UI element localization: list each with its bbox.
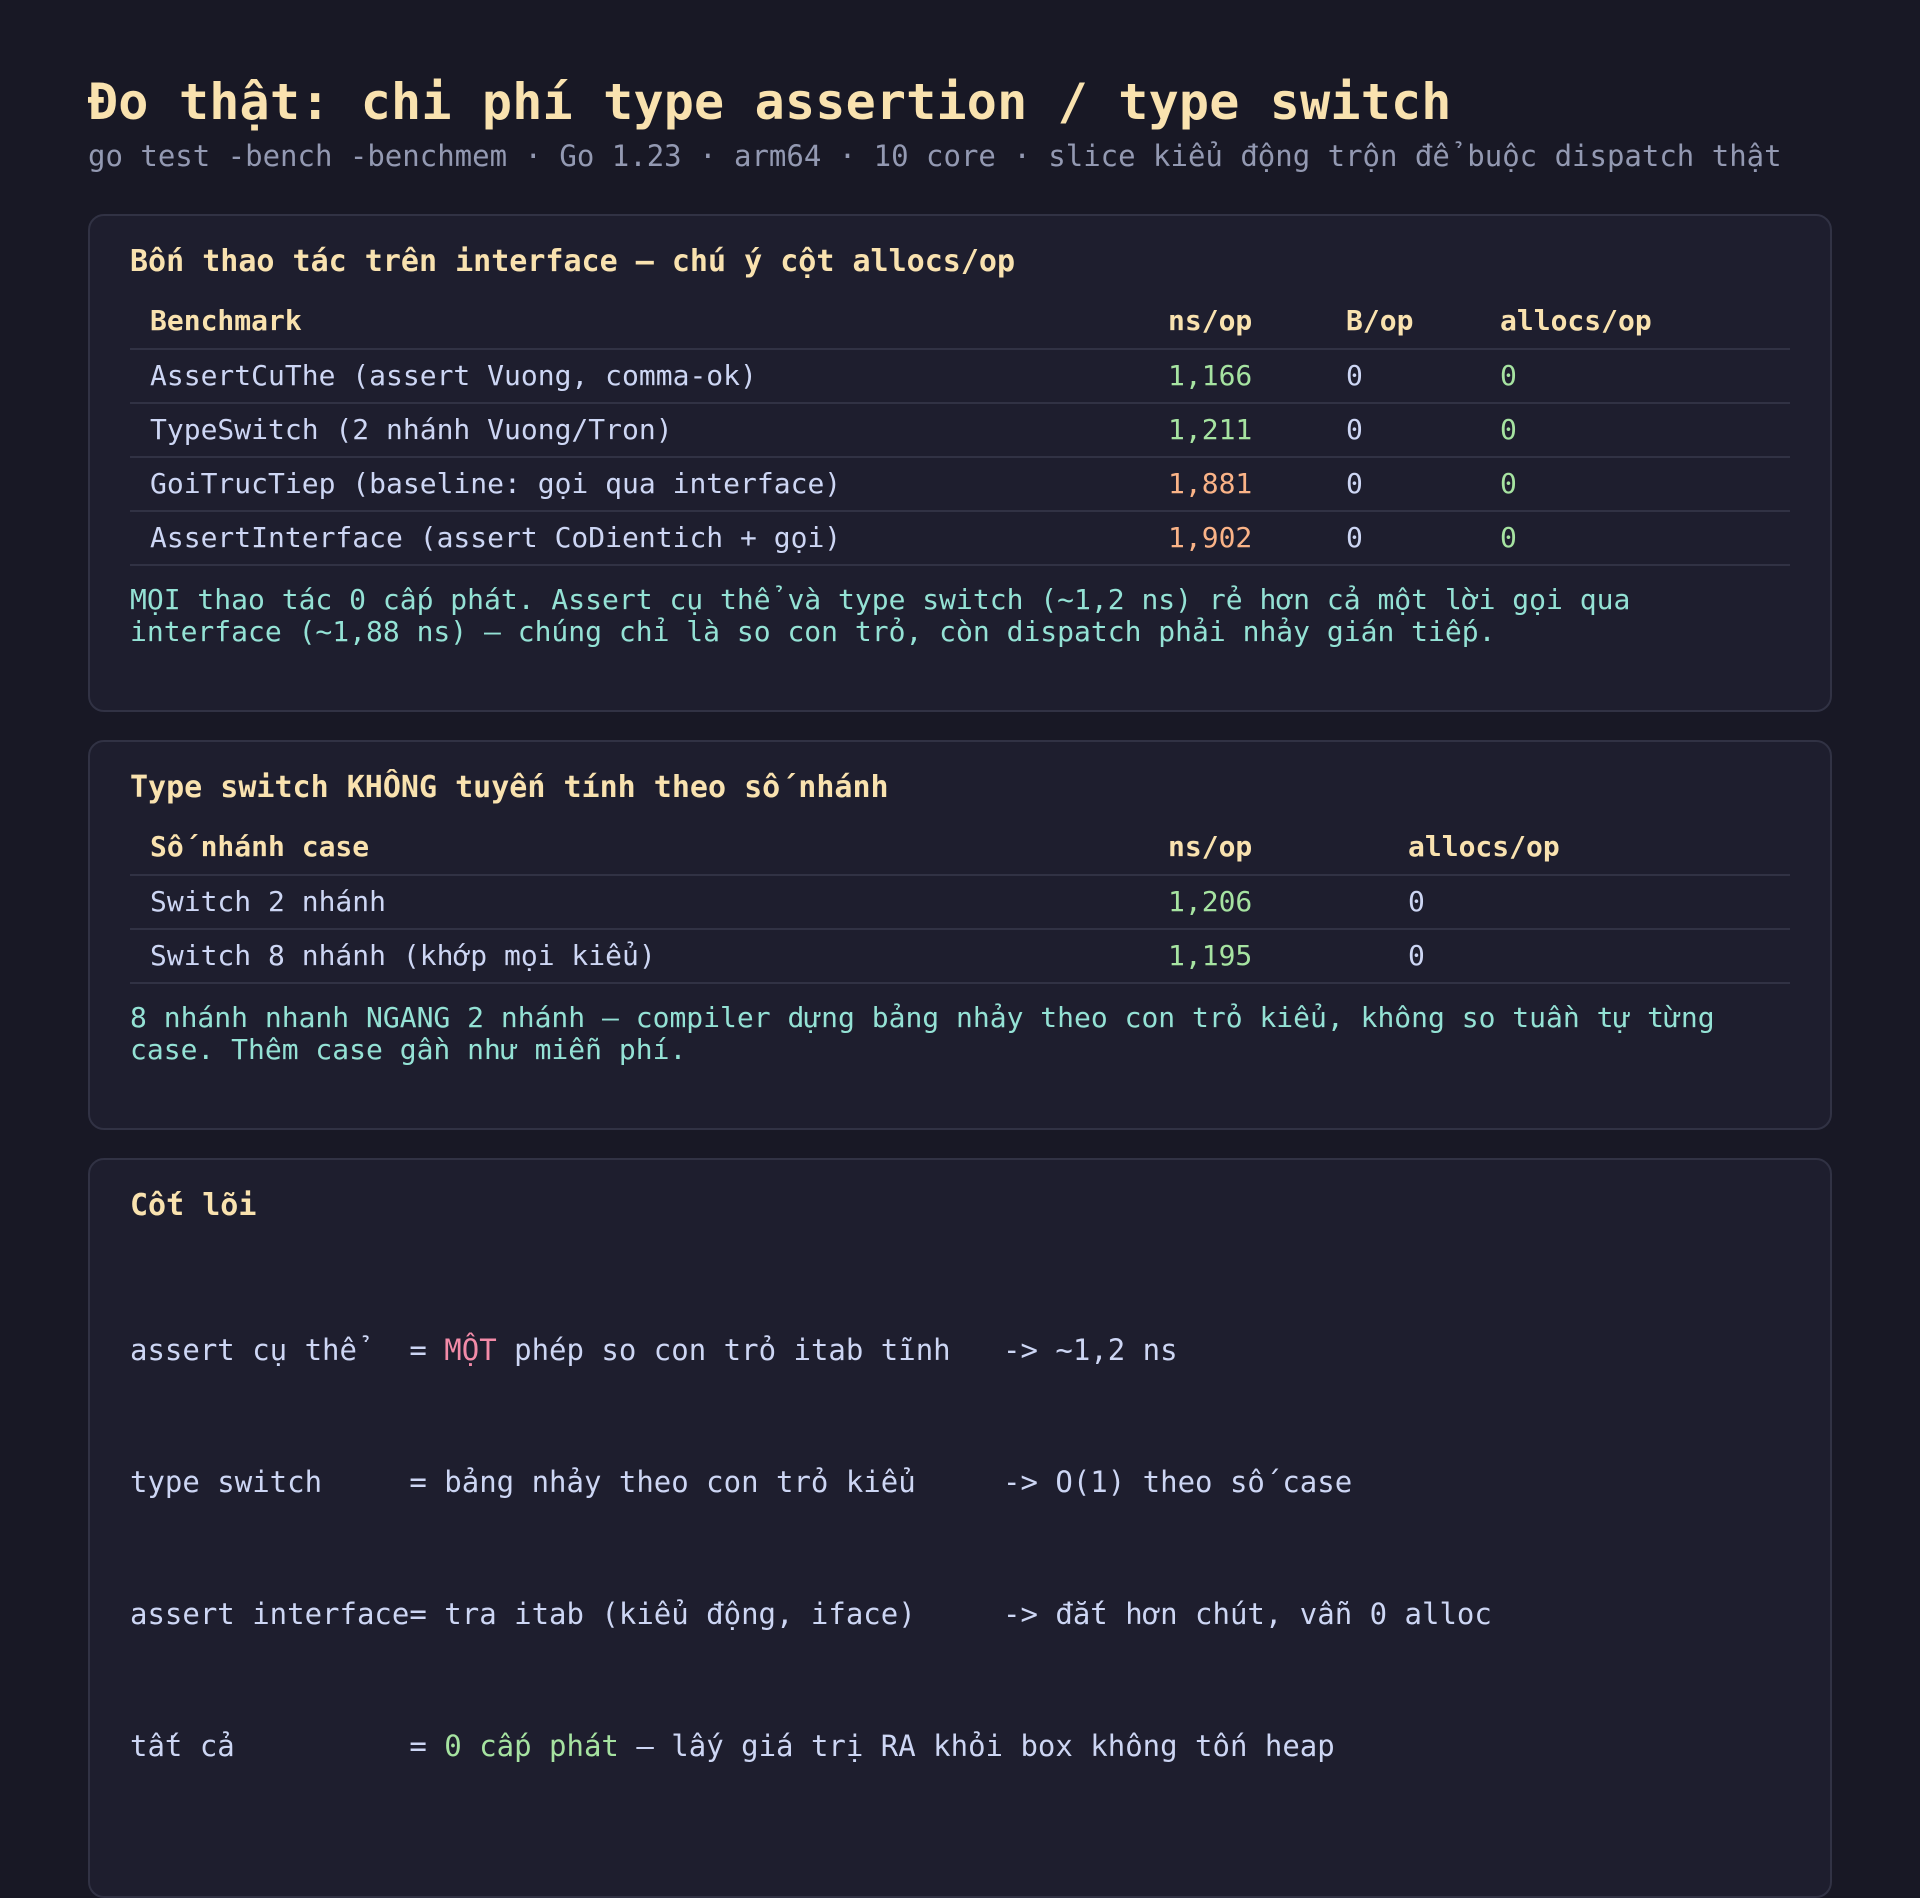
benchmark-name: TypeSwitch (2 nhánh Vuong/Tron)	[130, 403, 1148, 458]
ns-op-value: 1,195	[1148, 929, 1388, 984]
page-subtitle: go test -bench -benchmem · Go 1.23 · arm…	[88, 139, 1782, 173]
summary-line: assert interface= tra itab (kiểu động, i…	[130, 1592, 1790, 1636]
column-header-ns-op: ns/op	[1148, 822, 1388, 876]
summary-text: bảng nhảy theo con trỏ kiểu	[444, 1465, 1003, 1499]
benchmark-card-switch-branches: Type switch KHÔNG tuyến tính theo số nhá…	[88, 740, 1832, 1130]
summary-label: tất cả	[130, 1729, 410, 1763]
table-row: AssertCuThe (assert Vuong, comma-ok) 1,1…	[130, 349, 1790, 404]
b-op-value: 0	[1326, 403, 1480, 458]
page: Đo thật: chi phí type assertion / type s…	[0, 0, 1920, 1898]
table-row: Switch 8 nhánh (khớp mọi kiểu) 1,195 0	[130, 929, 1790, 984]
table-header-row: Số nhánh case ns/op allocs/op	[130, 822, 1790, 876]
summary-result: -> ~1,2 ns	[1003, 1333, 1178, 1367]
table-row: AssertInterface (assert CoDientich + gọi…	[130, 511, 1790, 566]
table-row: TypeSwitch (2 nhánh Vuong/Tron) 1,211 0 …	[130, 403, 1790, 458]
benchmark-name: AssertCuThe (assert Vuong, comma-ok)	[130, 349, 1148, 404]
column-header-b-op: B/op	[1326, 296, 1480, 350]
card-title: Cốt lõi	[130, 1188, 257, 1223]
summary-label: assert interface	[130, 1597, 410, 1631]
b-op-value: 0	[1326, 511, 1480, 566]
allocs-op-value: 0	[1480, 349, 1790, 404]
ns-op-value: 1,166	[1148, 349, 1326, 404]
allocs-op-value: 0	[1480, 511, 1790, 566]
switch-table: Số nhánh case ns/op allocs/op Switch 2 n…	[130, 822, 1790, 984]
card-title: Type switch KHÔNG tuyến tính theo số nhá…	[130, 770, 889, 805]
summary-lines: assert cụ thể = MỘT phép so con trỏ itab…	[130, 1240, 1790, 1856]
b-op-value: 0	[1326, 349, 1480, 404]
summary-line: type switch = bảng nhảy theo con trỏ kiể…	[130, 1460, 1790, 1504]
summary-highlight: 0 cấp phát	[444, 1729, 619, 1763]
summary-eq: =	[409, 1729, 445, 1763]
benchmark-table: Benchmark ns/op B/op allocs/op AssertCuT…	[130, 296, 1790, 566]
table-row: Switch 2 nhánh 1,206 0	[130, 875, 1790, 930]
column-header-ns-op: ns/op	[1148, 296, 1326, 350]
switch-name: Switch 8 nhánh (khớp mọi kiểu)	[130, 929, 1148, 984]
column-header-allocs-op: allocs/op	[1480, 296, 1790, 350]
card-title: Bốn thao tác trên interface — chú ý cột …	[130, 244, 1016, 279]
summary-eq: =	[409, 1597, 445, 1631]
benchmark-name: AssertInterface (assert CoDientich + gọi…	[130, 511, 1148, 566]
card-note: 8 nhánh nhanh NGANG 2 nhánh — compiler d…	[130, 1001, 1715, 1066]
summary-result: -> O(1) theo số case	[1002, 1465, 1353, 1499]
summary-text: — lấy giá trị RA khỏi box không tốn heap	[618, 1729, 1335, 1763]
ns-op-value: 1,206	[1148, 875, 1388, 930]
summary-label: type switch	[130, 1465, 410, 1499]
summary-line: assert cụ thể = MỘT phép so con trỏ itab…	[130, 1328, 1790, 1372]
table-row: GoiTrucTiep (baseline: gọi qua interface…	[130, 457, 1790, 512]
allocs-op-value: 0	[1480, 403, 1790, 458]
allocs-op-value: 0	[1480, 457, 1790, 512]
column-header-allocs-op: allocs/op	[1388, 822, 1790, 876]
allocs-op-value: 0	[1388, 875, 1790, 930]
column-header-benchmark: Benchmark	[130, 296, 1148, 350]
switch-name: Switch 2 nhánh	[130, 875, 1148, 930]
summary-eq: =	[409, 1465, 445, 1499]
summary-label: assert cụ thể	[130, 1333, 410, 1367]
benchmark-name: GoiTrucTiep (baseline: gọi qua interface…	[130, 457, 1148, 512]
benchmark-card-operations: Bốn thao tác trên interface — chú ý cột …	[88, 214, 1832, 712]
summary-result: -> đắt hơn chút, vẫn 0 alloc	[1002, 1597, 1492, 1631]
column-header-branch-count: Số nhánh case	[130, 822, 1148, 876]
allocs-op-value: 0	[1388, 929, 1790, 984]
summary-card: Cốt lõi assert cụ thể = MỘT phép so con …	[88, 1158, 1832, 1898]
page-title: Đo thật: chi phí type assertion / type s…	[88, 73, 1452, 131]
summary-text: phép so con trỏ itab tĩnh	[496, 1333, 1003, 1367]
ns-op-value: 1,211	[1148, 403, 1326, 458]
ns-op-value: 1,902	[1148, 511, 1326, 566]
summary-highlight: MỘT	[444, 1333, 497, 1367]
ns-op-value: 1,881	[1148, 457, 1326, 512]
summary-line: tất cả = 0 cấp phát — lấy giá trị RA khỏ…	[130, 1724, 1790, 1768]
table-header-row: Benchmark ns/op B/op allocs/op	[130, 296, 1790, 350]
summary-eq: =	[409, 1333, 445, 1367]
summary-text: tra itab (kiểu động, iface)	[444, 1597, 1003, 1631]
b-op-value: 0	[1326, 457, 1480, 512]
card-note: MỌI thao tác 0 cấp phát. Assert cụ thể v…	[130, 583, 1631, 648]
